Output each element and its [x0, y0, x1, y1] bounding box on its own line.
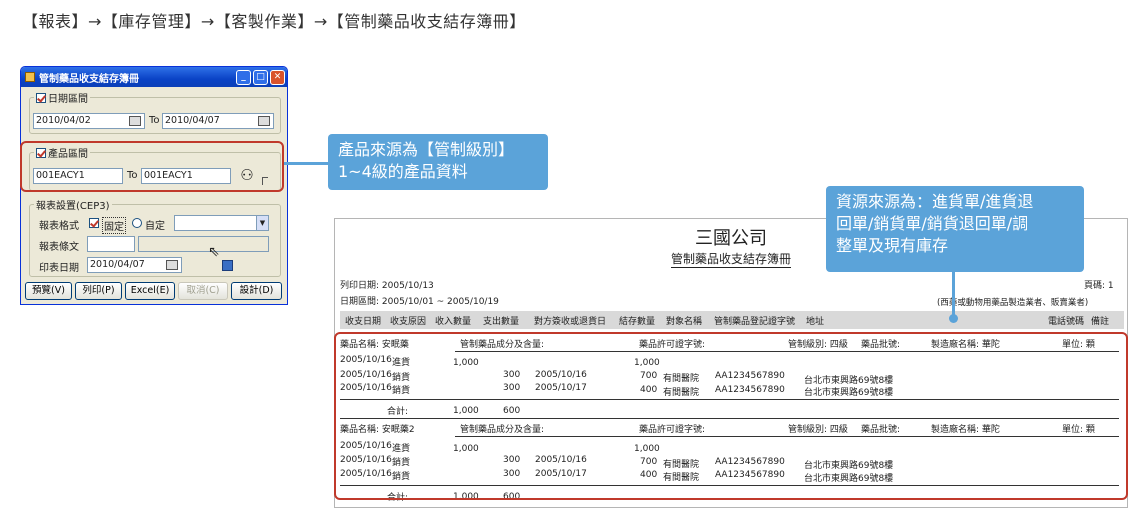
print-button[interactable]: 列印(P)	[75, 282, 122, 300]
calendar-icon[interactable]	[129, 116, 141, 126]
col-out: 支出數量	[483, 317, 520, 327]
app-icon	[25, 72, 35, 82]
callout-right: 資源來源為：進貨單/進貨退 回單/銷貨單/銷貨退回單/調 整單及現有庫存	[826, 186, 1084, 272]
callout-left: 產品來源為【管制級別】 1~4級的產品資料	[328, 134, 548, 190]
col-reason: 收支原因	[390, 317, 427, 327]
report-column-header: 收支日期 收支原因 收入數量 支出數量 對方簽收或退貨日 結存數量 對象名稱 管…	[340, 311, 1124, 329]
format-custom-radio[interactable]	[132, 218, 142, 228]
callout-left-connector	[284, 162, 328, 165]
design-button[interactable]: 設計(D)	[231, 282, 282, 300]
col-reg-no: 管制藥品登記證字號	[714, 317, 796, 327]
report-text-label: 報表條文	[39, 242, 79, 253]
dialog-button-row: 預覽(V) 列印(P) Excel(E) 取消(C) 設計(D)	[25, 282, 282, 300]
chevron-down-icon[interactable]: ▼	[256, 216, 268, 230]
mouse-cursor-icon: ⇖	[208, 244, 220, 260]
col-address: 地址	[806, 317, 825, 327]
report-settings-label: 報表設置(CEP3)	[36, 201, 110, 212]
col-date: 收支日期	[345, 317, 382, 327]
callout-right-dot	[949, 314, 958, 323]
custom-format-select[interactable]: ▼	[174, 215, 269, 231]
report-text-display	[138, 236, 269, 252]
date-to-input[interactable]: 2010/04/07	[162, 113, 274, 129]
maximize-icon[interactable]: □	[253, 69, 268, 85]
date-to-label: To	[149, 115, 160, 126]
breadcrumb: 【報表】→【庫存管理】→【客製作業】→【管制藥品收支結存簿冊】	[22, 12, 526, 31]
format-fixed-option[interactable]	[89, 218, 99, 228]
dialog-titlebar[interactable]: 管制藥品收支結存簿冊 _ □ ✕	[21, 67, 287, 87]
report-note: (西藥或動物用藥品製造業者、販賣業者)	[937, 298, 1089, 308]
col-remark: 備註	[1091, 317, 1110, 327]
col-balance: 結存數量	[619, 317, 656, 327]
col-phone: 電話號碼	[1048, 317, 1085, 327]
close-icon[interactable]: ✕	[270, 69, 285, 85]
col-in: 收入數量	[435, 317, 472, 327]
date-range-label: 日期區間	[48, 94, 88, 105]
format-fixed-label: 固定	[102, 217, 126, 234]
date-from-input[interactable]: 2010/04/02	[33, 113, 145, 129]
report-data-highlight	[334, 332, 1128, 500]
callout-right-connector	[952, 272, 955, 318]
report-page-number: 頁碼: 1	[1084, 281, 1114, 291]
calendar-icon[interactable]	[166, 260, 178, 270]
col-sign-date: 對方簽收或退貨日	[534, 317, 607, 327]
help-icon[interactable]	[222, 260, 233, 271]
col-target: 對象名稱	[666, 317, 703, 327]
print-date-input[interactable]: 2010/04/07	[87, 257, 182, 273]
minimize-icon[interactable]: _	[236, 69, 251, 85]
calendar-icon[interactable]	[258, 116, 270, 126]
date-range-checkbox[interactable]	[36, 92, 46, 103]
report-print-date: 列印日期: 2005/10/13	[340, 281, 434, 291]
report-subtitle: 管制藥品收支結存簿冊	[670, 252, 791, 268]
report-format-label: 報表格式	[39, 221, 79, 232]
dialog-title: 管制藥品收支結存簿冊	[39, 73, 139, 85]
report-text-input[interactable]	[87, 236, 135, 252]
print-date-label: 印表日期	[39, 263, 79, 274]
report-period: 日期區間: 2005/10/01 ~ 2005/10/19	[340, 297, 499, 307]
preview-button[interactable]: 預覽(V)	[25, 282, 72, 300]
excel-button[interactable]: Excel(E)	[125, 282, 175, 300]
product-group-highlight	[20, 141, 284, 192]
cancel-button[interactable]: 取消(C)	[178, 282, 228, 300]
format-custom-label: 自定	[145, 221, 165, 232]
